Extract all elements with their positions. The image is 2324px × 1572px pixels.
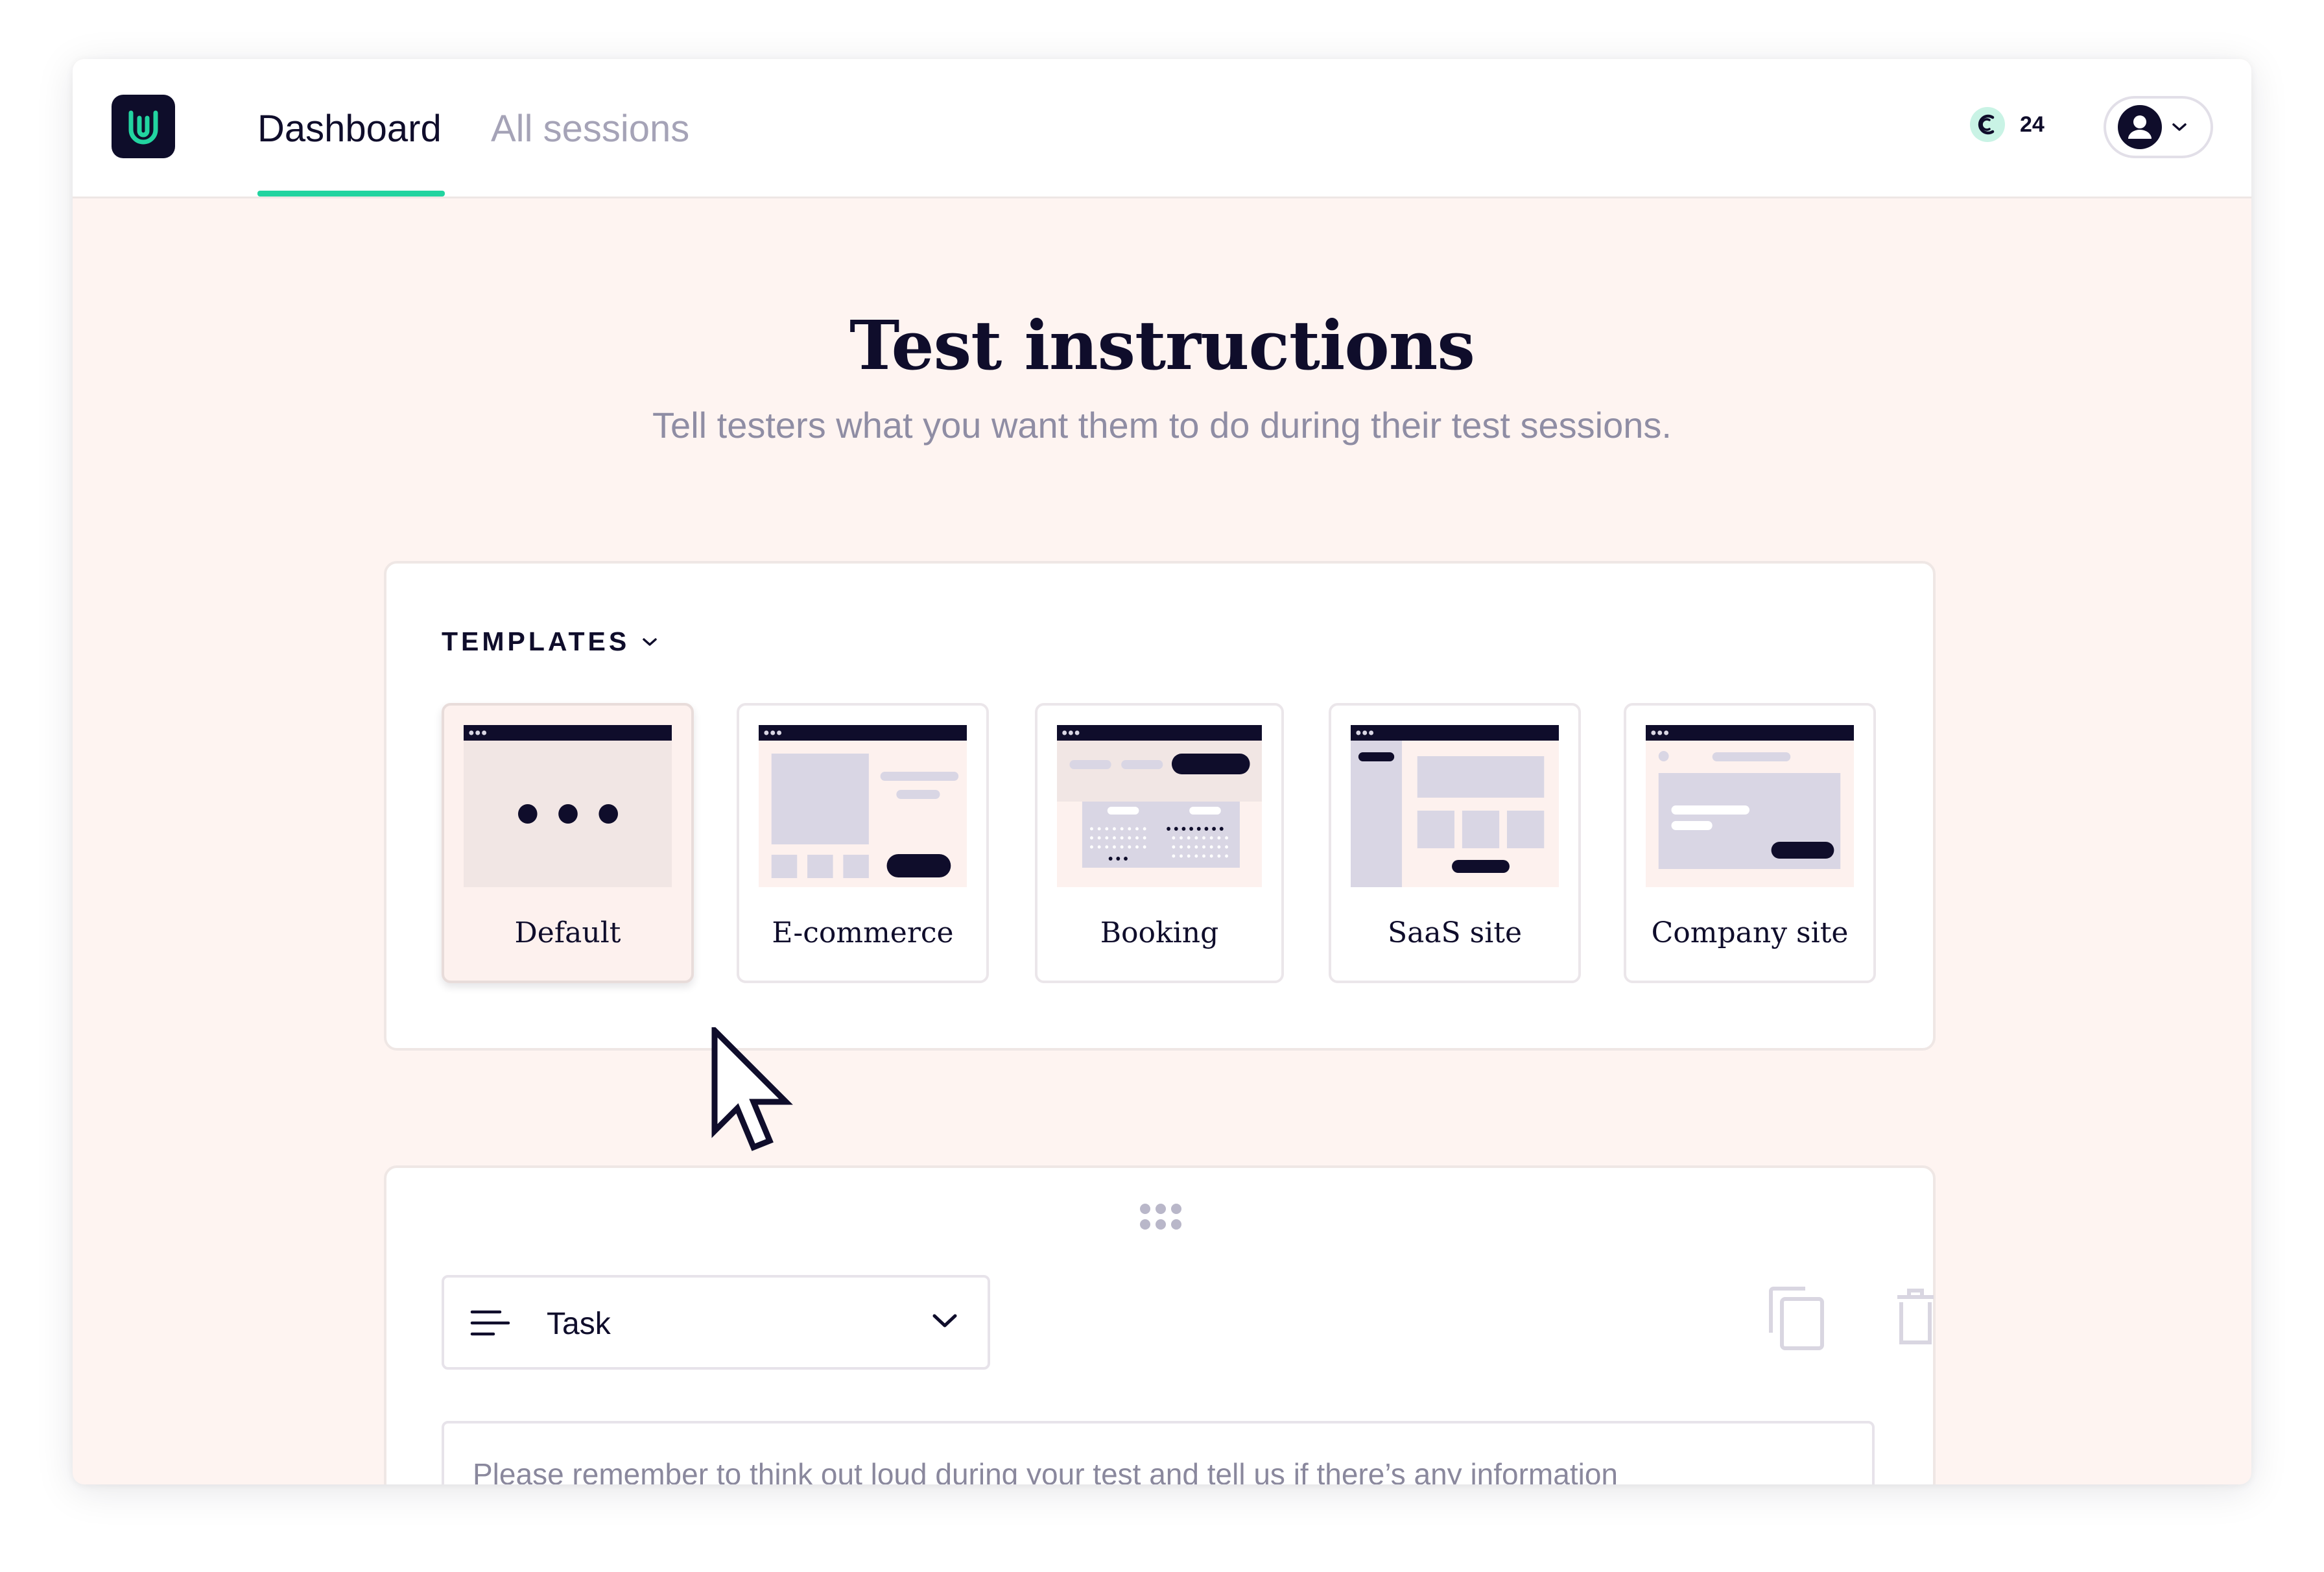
booking-template-preview-icon <box>1057 725 1262 887</box>
credits-count: 24 <box>2020 112 2045 137</box>
trash-icon[interactable] <box>1896 1288 1935 1346</box>
template-booking[interactable]: Booking <box>1035 703 1284 983</box>
page-title: Test instructions <box>849 305 1475 385</box>
templates-card: TEMPLATES Default E-commerce Booking Saa… <box>384 561 1936 1051</box>
credits-coin-icon <box>1970 107 2005 142</box>
chevron-down-icon <box>932 1314 957 1328</box>
template-label: E-commerce <box>772 916 954 949</box>
task-card: Task Please remember to think out loud d… <box>384 1165 1936 1484</box>
template-label: Booking <box>1100 916 1219 949</box>
text-lines-icon <box>470 1310 510 1336</box>
user-avatar-icon <box>2118 105 2162 149</box>
user-menu-button[interactable] <box>2104 96 2213 158</box>
template-default[interactable]: Default <box>442 703 694 983</box>
drag-handle-icon[interactable] <box>1138 1202 1183 1232</box>
saas-template-preview-icon <box>1351 725 1559 887</box>
logo-icon <box>128 110 158 145</box>
ecommerce-template-preview-icon <box>759 725 967 887</box>
template-label: Company site <box>1651 916 1849 949</box>
task-instruction-textarea[interactable]: Please remember to think out loud during… <box>442 1421 1875 1484</box>
template-label: Default <box>514 916 621 949</box>
chevron-down-icon <box>2172 123 2187 131</box>
chevron-down-icon <box>643 637 657 646</box>
default-template-preview-icon <box>464 725 672 887</box>
task-type-select[interactable]: Task <box>442 1275 990 1370</box>
page-subtitle: Tell testers what you want them to do du… <box>652 405 1672 446</box>
templates-toggle[interactable]: TEMPLATES <box>442 626 658 657</box>
template-label: SaaS site <box>1387 916 1523 949</box>
top-navigation-bar: Dashboard All sessions 24 <box>73 59 2251 198</box>
app-window: Dashboard All sessions 24 Test instructi… <box>73 59 2251 1484</box>
app-logo[interactable] <box>112 95 175 158</box>
templates-heading: TEMPLATES <box>442 626 630 656</box>
credits-counter[interactable]: 24 <box>1969 106 2045 143</box>
company-site-template-preview-icon <box>1646 725 1854 887</box>
template-e-commerce[interactable]: E-commerce <box>737 703 989 983</box>
duplicate-icon[interactable] <box>1768 1286 1826 1351</box>
template-company-site[interactable]: Company site <box>1624 703 1876 983</box>
tab-all-sessions[interactable]: All sessions <box>491 107 689 150</box>
tab-dashboard[interactable]: Dashboard <box>257 107 442 150</box>
active-tab-indicator <box>257 191 445 196</box>
task-type-value: Task <box>547 1307 611 1341</box>
template-saas-site[interactable]: SaaS site <box>1329 703 1581 983</box>
